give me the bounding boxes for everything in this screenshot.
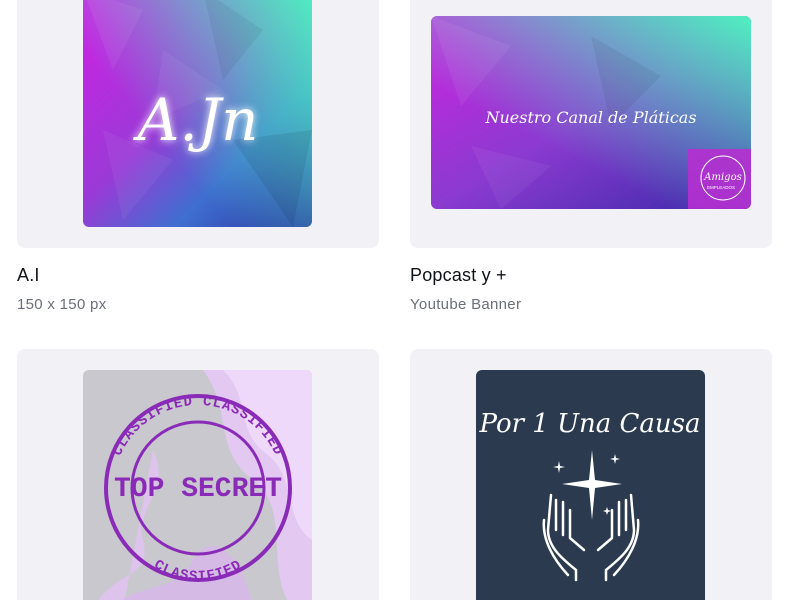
design-thumbnail[interactable]: A.Jn [83, 0, 312, 227]
gradient-artwork: A.Jn [83, 0, 312, 227]
thumbnail-badge-text: Amigos [703, 172, 741, 183]
stamp-artwork: CLASSIFIED CLASSIFIED CLASSIFIED TOP SEC… [83, 370, 312, 600]
thumbnail-signature-text: A.Jn [133, 86, 259, 154]
banner-artwork: Nuestro Canal de Pláticas Amigos EMPLEAD… [431, 16, 751, 209]
design-card-popcast[interactable]: Nuestro Canal de Pláticas Amigos EMPLEAD… [410, 0, 772, 313]
thumbnail-causa-text: Por 1 Una Causa [479, 409, 701, 439]
design-subtitle: 150 x 150 px [17, 296, 107, 313]
design-thumbnail-frame[interactable]: Por 1 Una Causa [410, 349, 772, 600]
design-thumbnail-frame[interactable]: CLASSIFIED CLASSIFIED CLASSIFIED TOP SEC… [17, 349, 379, 600]
design-thumbnail[interactable]: Nuestro Canal de Pláticas Amigos EMPLEAD… [431, 16, 751, 209]
design-thumbnail-frame[interactable]: Nuestro Canal de Pláticas Amigos EMPLEAD… [410, 0, 772, 248]
thumbnail-badge-subtext: EMPLEADOS [707, 185, 735, 190]
design-card-top-secret[interactable]: CLASSIFIED CLASSIFIED CLASSIFIED TOP SEC… [17, 349, 379, 600]
design-title[interactable]: Popcast y + [410, 265, 507, 286]
causa-artwork: Por 1 Una Causa [476, 370, 705, 600]
thumbnail-banner-text: Nuestro Canal de Pláticas [484, 108, 696, 127]
design-title[interactable]: A.I [17, 265, 40, 286]
design-thumbnail[interactable]: CLASSIFIED CLASSIFIED CLASSIFIED TOP SEC… [83, 370, 312, 600]
design-subtitle: Youtube Banner [410, 296, 522, 313]
design-card-causa[interactable]: Por 1 Una Causa [410, 349, 772, 600]
design-thumbnail-frame[interactable]: A.Jn [17, 0, 379, 248]
design-card-ai[interactable]: A.Jn A.I 150 x 150 px [17, 0, 379, 313]
designs-grid: A.Jn A.I 150 x 150 px Nuestro Canal de P… [0, 0, 800, 600]
stamp-main-text: TOP SECRET [114, 474, 282, 505]
design-thumbnail[interactable]: Por 1 Una Causa [476, 370, 705, 600]
